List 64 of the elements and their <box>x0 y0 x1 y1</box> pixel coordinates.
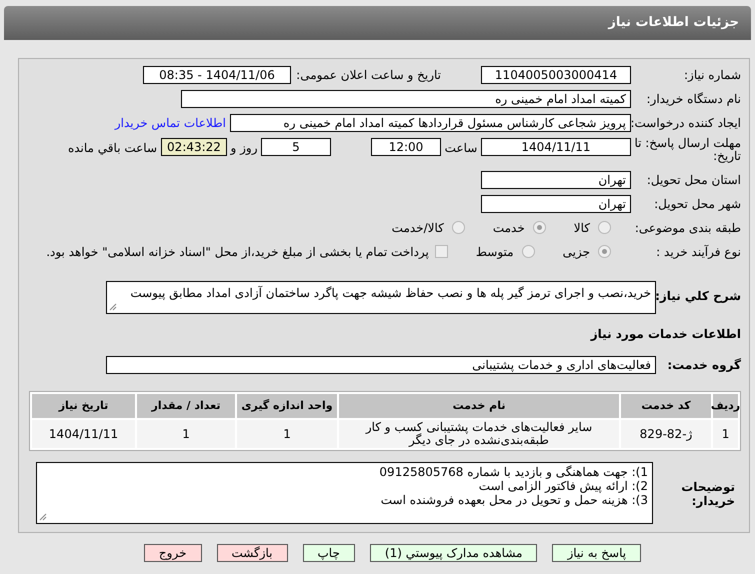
action-button[interactable]: پاسخ به نیاز <box>552 544 642 562</box>
table-cell: 1 <box>237 420 337 448</box>
field-label: ایجاد کننده درخواست: <box>631 114 741 132</box>
province-field: تهران <box>481 170 631 188</box>
column-header: ردیف <box>713 394 738 418</box>
deadline-time-field: 12:00 <box>371 138 441 156</box>
column-header: تاریخ نیاز <box>32 394 135 418</box>
treasury-text: پرداخت تمام یا بخشی از مبلغ خرید،از محل "اسناد خزانه اسلامی" خواهد بود. <box>46 244 429 260</box>
radio-label: کالا <box>574 220 590 236</box>
days-field: 5 <box>261 138 331 156</box>
action-button[interactable]: بازگشت <box>216 544 288 562</box>
note-line: 3): هزینه حمل و تحویل در محل بعهده فروشنده است <box>380 493 648 507</box>
field-label: توضیحات خریدار: <box>680 480 736 508</box>
announce-datetime-field: 1404/11/06 - 08:35 <box>143 66 291 84</box>
page-title: جزئیات اطلاعات نیاز <box>608 14 739 32</box>
column-header: نام خدمت <box>339 394 619 418</box>
field-label: گروه خدمت: <box>666 357 741 374</box>
radio-label: کالا/خدمت <box>392 220 444 236</box>
radio-button[interactable] <box>532 221 546 234</box>
resize-grip-icon <box>39 513 47 521</box>
radio-button[interactable] <box>522 245 535 258</box>
note-line: 2): ارائه پیش فاکتور الزامی است <box>478 479 648 493</box>
table-cell: 1 <box>713 420 738 448</box>
treasury-checkbox[interactable] <box>434 245 448 258</box>
city-field: تهران <box>481 194 631 212</box>
radio-button[interactable] <box>598 245 611 258</box>
action-button[interactable]: خروج <box>144 544 202 562</box>
field-label: شرح کلي نیاز: <box>656 288 741 305</box>
table-cell: 1 <box>137 420 235 448</box>
service-group-field: فعالیت‌های اداری و خدمات پشتیبانی <box>106 356 656 374</box>
radio-button[interactable] <box>452 221 465 234</box>
column-header: کد خدمت <box>621 394 711 418</box>
field-label: شهر محل تحویل: <box>653 196 741 212</box>
field-label: تاریخ و ساعت اعلان عمومی: <box>295 66 441 84</box>
need-number-field: 1104005003000414 <box>481 66 631 84</box>
field-label: نوع فرآیند خرید : <box>655 244 741 260</box>
field-label: ساعت <box>444 140 478 157</box>
column-header: واحد اندازه گیری <box>237 394 337 418</box>
column-header: تعداد / مقدار <box>137 394 235 418</box>
description-field: خرید،نصب و اجرای ترمز گیر پله ها و نصب حفاظ شیشه جهت پاگرد ساختمان آزادی امداد مطابق پیوست <box>106 281 656 314</box>
section-heading: اطلاعات خدمات مورد نیاز <box>589 326 741 343</box>
buyer-contact-link[interactable]: اطلاعات تماس خریدار <box>114 114 226 132</box>
table-cell: 1404/11/11 <box>32 420 135 448</box>
field-label: استان محل تحویل: <box>646 172 741 188</box>
deadline-date-field: 1404/11/11 <box>481 138 631 156</box>
table-cell: ژ-82-829 <box>621 420 711 448</box>
action-button[interactable]: مشاهده مدارک پیوستي (1) <box>370 544 538 562</box>
field-label: طبقه بندی موضوعی: <box>634 220 741 236</box>
buyer-org-field: کمیته امداد امام خمینی ره <box>181 90 631 108</box>
resize-grip-icon <box>109 303 117 311</box>
radio-label: خدمت <box>492 220 525 236</box>
remaining-time-field: 02:43:22 <box>161 138 227 156</box>
field-label: شماره نیاز: <box>683 66 741 84</box>
radio-label: متوسط <box>476 244 514 260</box>
radio-button[interactable] <box>598 221 611 234</box>
field-label: روز و <box>229 140 258 157</box>
action-button[interactable]: چاپ <box>302 544 355 562</box>
requester-field: پرویز شجاعی کارشناس مسئول قراردادها کمیته امداد امام خمینی ره <box>230 114 631 132</box>
note-line: 1): جهت هماهنگی و بازدید با شماره 09125805768 <box>378 465 648 479</box>
field-label: مهلت ارسال پاسخ: تا تاریخ: <box>633 137 741 163</box>
radio-label: جزیی <box>562 244 590 260</box>
field-label: ساعت باقي مانده <box>68 140 157 157</box>
field-label: نام دستگاه خریدار: <box>646 90 741 108</box>
table-cell: سایر فعالیت‌های خدمات پشتیبانی کسب و کار طبقه‌بندی‌نشده در جای دیگر <box>339 420 619 448</box>
